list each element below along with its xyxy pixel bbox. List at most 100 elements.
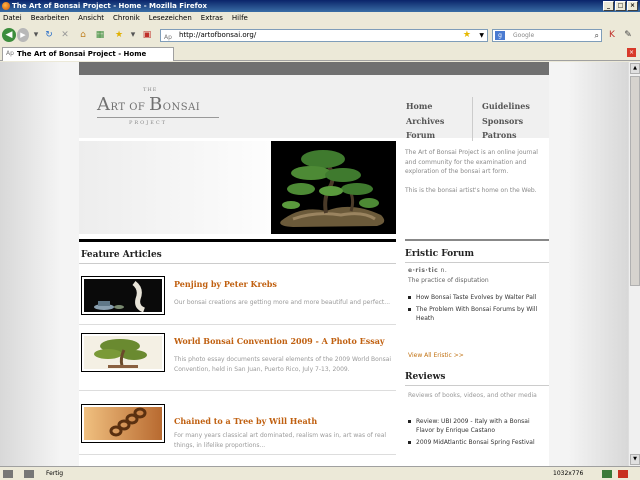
feature-divider — [79, 239, 396, 242]
close-tab-icon[interactable]: × — [627, 48, 636, 57]
bookmark-star-icon[interactable]: ★ — [463, 30, 471, 41]
eristic-definition-term: e·ris·tic n. — [408, 267, 447, 274]
article-title-penjing[interactable]: Penjing by Peter Krebs — [174, 279, 277, 289]
menu-lesezeichen[interactable]: Lesezeichen — [149, 12, 192, 24]
address-bar[interactable]: Ap http://artofbonsai.org/ ★ ▼ — [160, 29, 488, 42]
eristic-pos: n. — [440, 267, 448, 274]
google-icon[interactable]: g — [495, 31, 505, 40]
logo-the: THE — [143, 87, 158, 93]
scrollbar-thumb[interactable] — [630, 76, 640, 286]
menu-bearbeiten[interactable]: Bearbeiten — [31, 12, 69, 24]
tab-bar: Ap The Art of Bonsai Project - Home — [0, 45, 640, 61]
hero-gradient — [79, 141, 271, 234]
logo-art-initial: A — [97, 94, 111, 115]
review-link-midatlantic[interactable]: 2009 MidAtlantic Bonsai Spring Festival — [407, 438, 549, 447]
search-icon[interactable]: ⌕ — [595, 30, 599, 41]
home-icon[interactable]: ⌂ — [78, 30, 88, 40]
screen-resolution: 1032x776 — [553, 470, 584, 477]
article-thumbnail[interactable] — [81, 276, 165, 315]
article-divider — [79, 390, 396, 391]
eristic-definition: The practice of disputation — [408, 277, 489, 284]
forward-button[interactable]: ▶ — [17, 28, 29, 42]
url-text: http://artofbonsai.org/ — [179, 31, 257, 39]
main-nav-left: Home Archives Forum — [406, 99, 444, 143]
url-dropdown-icon[interactable]: ▼ — [479, 30, 484, 41]
eristic-heading-rule — [405, 262, 549, 263]
addon-k-icon[interactable]: K — [607, 30, 617, 40]
nav-divider — [472, 97, 473, 141]
site-logo[interactable]: ART OF BONSAI — [97, 94, 200, 115]
article-summary: This photo essay documents several eleme… — [174, 356, 392, 373]
scroll-up-icon[interactable]: ▲ — [630, 63, 640, 74]
logo-bonsai-initial: B — [149, 94, 163, 115]
logo-divider — [97, 117, 219, 118]
reload-icon[interactable]: ↻ — [44, 30, 54, 40]
eristic-forum-heading[interactable]: Eristic Forum — [405, 249, 474, 259]
reviews-description: Reviews of books, videos, and other medi… — [408, 392, 537, 399]
menu-hilfe[interactable]: Hilfe — [232, 12, 248, 24]
logo-project: PROJECT — [129, 120, 168, 126]
addon-dropdown-icon[interactable]: ▾ — [128, 30, 138, 40]
minimize-button[interactable]: _ — [603, 1, 614, 11]
view-all-eristic-link[interactable]: View All Eristic >> — [408, 352, 464, 359]
status-screen-icon[interactable] — [24, 470, 34, 478]
article-divider — [79, 454, 396, 455]
nav-archives[interactable]: Archives — [406, 114, 444, 129]
site-favicon-icon: Ap — [164, 34, 172, 41]
intro-paragraph: This is the bonsai artist's home on the … — [405, 186, 537, 194]
article-title-wbc-2009[interactable]: World Bonsai Convention 2009 - A Photo E… — [174, 336, 385, 346]
menu-chronik[interactable]: Chronik — [113, 12, 140, 24]
eristic-link-bonsai-forums[interactable]: The Problem With Bonsai Forums by Will H… — [407, 305, 549, 323]
star-addon-icon[interactable]: ★ — [114, 30, 124, 40]
window-title-bar: The Art of Bonsai Project - Home - Mozil… — [0, 0, 640, 12]
addon-tool-icon[interactable]: ✎ — [623, 30, 633, 40]
site-top-bar — [79, 62, 549, 75]
scroll-down-icon[interactable]: ▼ — [630, 454, 640, 465]
hero-bonsai-image — [271, 141, 396, 234]
status-red-icon[interactable] — [618, 470, 628, 478]
site-header: THE ART OF BONSAI PROJECT Home Archives … — [79, 75, 549, 141]
reviews-heading-rule — [405, 385, 549, 386]
site-intro: The Art of Bonsai Project is an online j… — [405, 148, 545, 195]
window-title: The Art of Bonsai Project - Home - Mozil… — [12, 2, 208, 10]
stop-icon[interactable]: ✕ — [60, 30, 70, 40]
nav-sponsors[interactable]: Sponsors — [482, 114, 530, 129]
menu-ansicht[interactable]: Ansicht — [78, 12, 104, 24]
article-title-chained[interactable]: Chained to a Tree by Will Heath — [174, 416, 317, 426]
nav-patrons[interactable]: Patrons — [482, 128, 530, 143]
firefox-icon — [2, 2, 10, 10]
search-box[interactable]: g Google ⌕ — [492, 29, 602, 42]
nav-home[interactable]: Home — [406, 99, 444, 114]
status-text: Fertig — [46, 470, 64, 477]
article-divider — [79, 324, 396, 325]
nav-forum[interactable]: Forum — [406, 128, 444, 143]
status-addon-icon[interactable] — [3, 470, 13, 478]
status-green-icon[interactable] — [602, 470, 612, 478]
history-dropdown-icon[interactable]: ▾ — [31, 30, 41, 40]
vertical-scrollbar[interactable]: ▲ ▼ — [628, 62, 640, 466]
logo-bonsai-rest: ONSAI — [162, 102, 201, 113]
menu-extras[interactable]: Extras — [201, 12, 223, 24]
eristic-term: e·ris·tic — [408, 267, 439, 274]
logo-art-rest: RT OF — [110, 102, 150, 113]
reviews-heading[interactable]: Reviews — [405, 372, 445, 382]
maximize-button[interactable]: □ — [615, 1, 626, 11]
search-placeholder: Google — [513, 32, 535, 39]
article-thumbnail[interactable] — [81, 404, 165, 443]
article-thumbnail[interactable] — [81, 333, 165, 372]
feature-articles-heading: Feature Articles — [81, 250, 162, 260]
tab-home[interactable]: Ap The Art of Bonsai Project - Home — [2, 47, 174, 61]
menu-datei[interactable]: Datei — [3, 12, 22, 24]
main-nav-right: Guidelines Sponsors Patrons — [482, 99, 530, 143]
eristic-link-taste-evolves[interactable]: How Bonsai Taste Evolves by Walter Pall — [407, 293, 549, 302]
addon-icon[interactable]: ▦ — [95, 30, 105, 40]
translate-icon[interactable]: ▣ — [142, 30, 152, 40]
review-link-ubi-2009[interactable]: Review: UBI 2009 - Italy with a Bonsai F… — [407, 417, 549, 435]
article-summary: For many years classical art dominated, … — [174, 432, 387, 449]
site-page: THE ART OF BONSAI PROJECT Home Archives … — [79, 62, 549, 466]
back-button[interactable]: ◀ — [2, 28, 16, 42]
article-summary: Our bonsai creations are getting more an… — [174, 299, 391, 306]
close-window-button[interactable]: × — [627, 1, 638, 11]
reviews-list: Review: UBI 2009 - Italy with a Bonsai F… — [407, 417, 549, 450]
nav-guidelines[interactable]: Guidelines — [482, 99, 530, 114]
